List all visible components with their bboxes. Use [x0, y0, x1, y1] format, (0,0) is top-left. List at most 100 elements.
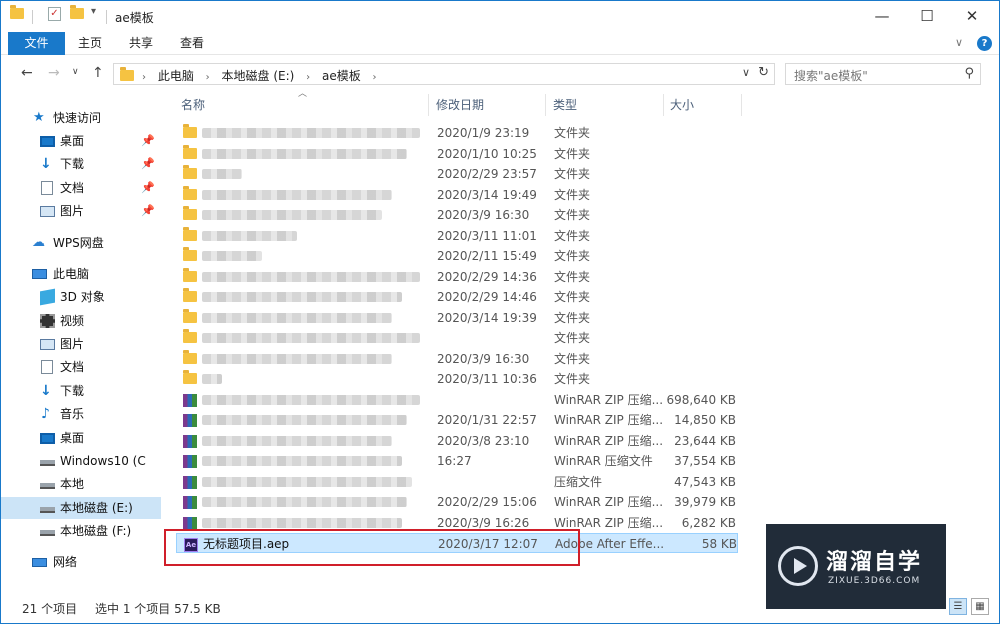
- crumb-drive-e[interactable]: 本地磁盘 (E:): [222, 69, 295, 83]
- folder-icon: [183, 124, 197, 138]
- nav-network[interactable]: 网络: [1, 551, 161, 573]
- nav-item-videos[interactable]: 视频: [1, 310, 161, 332]
- table-row[interactable]: 压缩文件 47,543 KB: [176, 472, 738, 492]
- file-type: 文件夹: [554, 249, 591, 263]
- nav-quick-access[interactable]: ★ 快速访问: [1, 107, 161, 129]
- file-date: 2020/2/29 15:06: [437, 495, 537, 509]
- table-row[interactable]: 2020/2/29 23:57 文件夹: [176, 164, 738, 184]
- search-box[interactable]: 搜索"ae模板" ⚲: [785, 63, 981, 85]
- table-row[interactable]: 2020/3/8 23:10 WinRAR ZIP 压缩... 23,644 KB: [176, 431, 738, 451]
- address-bar[interactable]: › 此电脑 › 本地磁盘 (E:) › ae模板 › ∨ ↻: [113, 63, 775, 85]
- column-size[interactable]: 大小: [670, 92, 694, 118]
- details-view-icon[interactable]: ☰: [949, 598, 967, 615]
- table-row[interactable]: 16:27 WinRAR 压缩文件 37,554 KB: [176, 451, 738, 471]
- table-row[interactable]: 2020/2/29 14:36 文件夹: [176, 267, 738, 287]
- table-row[interactable]: 2020/1/9 23:19 文件夹: [176, 123, 738, 143]
- nav-item-pc-pictures[interactable]: 图片: [1, 333, 161, 355]
- maximize-button[interactable]: ☐: [904, 1, 950, 32]
- folder-icon: [183, 144, 197, 159]
- table-row[interactable]: 2020/1/31 22:57 WinRAR ZIP 压缩... 14,850 KB: [176, 410, 738, 430]
- table-row[interactable]: 2020/2/29 15:06 WinRAR ZIP 压缩... 39,979 KB: [176, 492, 738, 512]
- expand-ribbon-icon[interactable]: ∨: [955, 36, 963, 49]
- properties-icon[interactable]: ✓: [48, 7, 61, 21]
- file-date: 2020/3/8 23:10: [437, 433, 530, 448]
- table-row[interactable]: 2020/2/29 14:46 文件夹: [176, 287, 738, 307]
- file-date: 2020/3/11 11:01: [437, 228, 537, 243]
- nav-wps-drive[interactable]: ☁ WPS网盘: [1, 232, 161, 254]
- blurred-name: [202, 435, 392, 446]
- nav-item-desktop[interactable]: 桌面 📌: [1, 130, 161, 152]
- nav-item-drive-d[interactable]: 本地: [1, 473, 161, 495]
- folder-icon: [183, 329, 197, 343]
- customize-toolbar-icon[interactable]: ▾: [91, 6, 96, 17]
- nav-item-downloads[interactable]: ↓ 下载 📌: [1, 153, 161, 175]
- pin-icon[interactable]: 📌: [141, 130, 155, 152]
- column-date[interactable]: 修改日期: [436, 92, 484, 118]
- new-folder-icon[interactable]: [70, 5, 84, 19]
- tab-view[interactable]: 查看: [175, 32, 209, 55]
- file-type: 文件夹: [554, 372, 591, 386]
- pin-icon[interactable]: 📌: [141, 200, 155, 222]
- minimize-button[interactable]: —: [859, 1, 905, 32]
- recent-locations-icon[interactable]: ∨: [72, 67, 79, 77]
- nav-item-pc-desktop[interactable]: 桌面: [1, 427, 161, 449]
- watermark-url: ZIXUE.3D66.COM: [828, 576, 921, 586]
- forward-arrow-icon[interactable]: →: [48, 65, 60, 81]
- nav-item-documents[interactable]: 文档 📌: [1, 177, 161, 199]
- table-row[interactable]: 文件夹: [176, 328, 738, 348]
- document-icon: [41, 360, 53, 374]
- table-row[interactable]: 2020/1/10 10:25 文件夹: [176, 144, 738, 164]
- search-placeholder: 搜索"ae模板": [794, 69, 868, 83]
- file-type: 文件夹: [554, 167, 591, 181]
- up-arrow-icon[interactable]: ↑: [92, 65, 104, 81]
- ribbon: 文件 主页 共享 查看 ∨ ?: [1, 32, 999, 55]
- table-row[interactable]: 2020/3/9 16:30 文件夹: [176, 349, 738, 369]
- table-row[interactable]: 2020/2/11 15:49 文件夹: [176, 246, 738, 266]
- computer-icon: [32, 269, 47, 279]
- table-row[interactable]: 2020/3/11 11:01 文件夹: [176, 226, 738, 246]
- column-name[interactable]: 名称: [181, 92, 205, 118]
- crumb-this-pc[interactable]: 此电脑: [158, 69, 194, 83]
- nav-item-pc-documents[interactable]: 文档: [1, 356, 161, 378]
- tab-share[interactable]: 共享: [124, 32, 158, 55]
- table-row[interactable]: 2020/3/14 19:49 文件夹: [176, 185, 738, 205]
- pin-icon[interactable]: 📌: [141, 153, 155, 175]
- address-dropdown-icon[interactable]: ∨: [742, 66, 750, 79]
- tab-file[interactable]: 文件: [8, 32, 65, 55]
- large-icons-view-icon[interactable]: ▦: [971, 598, 989, 615]
- file-size: 47,543 KB: [674, 474, 736, 489]
- pin-icon[interactable]: 📌: [141, 177, 155, 199]
- folder-icon: [183, 226, 197, 241]
- nav-item-drive-f[interactable]: 本地磁盘 (F:): [1, 520, 161, 542]
- refresh-icon[interactable]: ↻: [758, 65, 769, 80]
- table-row[interactable]: 2020/3/14 19:39 文件夹: [176, 308, 738, 328]
- title-bar: ✓ ▾ ae模板 — ☐ ✕: [1, 1, 999, 32]
- close-button[interactable]: ✕: [949, 1, 995, 32]
- table-row[interactable]: 2020/3/9 16:30 文件夹: [176, 205, 738, 225]
- crumb-ae-folder[interactable]: ae模板: [322, 69, 361, 83]
- blurred-name: [202, 456, 402, 466]
- search-icon[interactable]: ⚲: [964, 66, 974, 81]
- nav-item-drive-e[interactable]: 本地磁盘 (E:): [1, 497, 161, 519]
- column-type[interactable]: 类型: [553, 92, 577, 118]
- file-type: 文件夹: [554, 146, 591, 161]
- file-list: ︿ 名称 修改日期 类型 大小 2020/1/9 23:19 文件夹 2020/1/…: [164, 89, 999, 592]
- file-type: 压缩文件: [554, 474, 603, 489]
- blurred-name: [202, 292, 402, 302]
- file-date: 2020/1/10 10:25: [437, 146, 537, 161]
- file-size: 23,644 KB: [674, 433, 736, 448]
- nav-item-drive-c[interactable]: Windows10 (C: [1, 450, 161, 472]
- nav-item-pictures[interactable]: 图片 📌: [1, 200, 161, 222]
- nav-item-3d-objects[interactable]: 3D 对象: [1, 286, 161, 308]
- tab-home[interactable]: 主页: [73, 32, 107, 55]
- blurred-name: [202, 353, 392, 364]
- nav-this-pc[interactable]: 此电脑: [1, 263, 161, 285]
- table-row[interactable]: WinRAR ZIP 压缩... 698,640 KB: [176, 390, 738, 410]
- nav-item-music[interactable]: ♪ 音乐: [1, 403, 161, 425]
- back-arrow-icon[interactable]: ←: [21, 65, 33, 81]
- file-size: 6,282 KB: [681, 515, 736, 530]
- help-icon[interactable]: ?: [977, 36, 992, 51]
- nav-item-pc-downloads[interactable]: ↓ 下载: [1, 380, 161, 402]
- table-row[interactable]: 2020/3/11 10:36 文件夹: [176, 369, 738, 389]
- file-type: 文件夹: [554, 208, 591, 222]
